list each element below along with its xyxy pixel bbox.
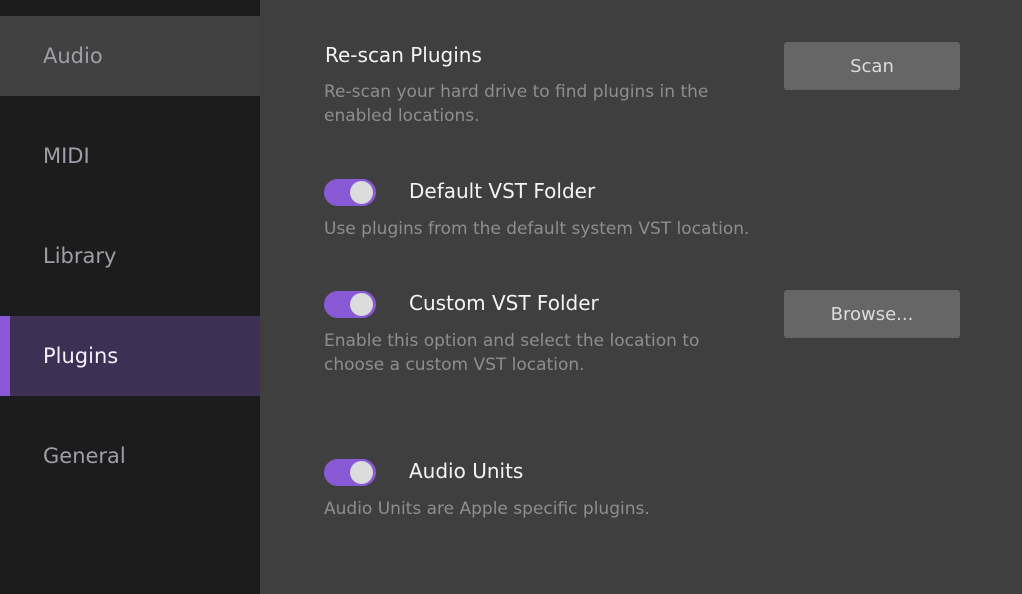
default-vst-title: Default VST Folder	[409, 179, 596, 203]
toggle-knob	[350, 293, 373, 316]
custom-vst-toggle[interactable]	[324, 291, 376, 318]
custom-vst-description: Enable this option and select the locati…	[324, 331, 700, 375]
rescan-description: Re-scan your hard drive to find plugins …	[324, 82, 709, 126]
sidebar-item-plugins[interactable]: Plugins	[0, 316, 260, 396]
toggle-knob	[350, 461, 373, 484]
sidebar-item-label: Library	[43, 244, 117, 268]
sidebar-item-midi[interactable]: MIDI	[0, 116, 260, 196]
sidebar-item-general[interactable]: General	[0, 416, 260, 496]
rescan-title: Re-scan Plugins	[325, 43, 482, 67]
sidebar: Audio MIDI Library Plugins General	[0, 0, 260, 594]
browse-button[interactable]: Browse...	[784, 290, 960, 338]
sidebar-item-audio[interactable]: Audio	[0, 16, 260, 96]
sidebar-item-label: Audio	[43, 44, 103, 68]
default-vst-description: Use plugins from the default system VST …	[324, 219, 750, 239]
audio-units-description: Audio Units are Apple specific plugins.	[324, 499, 650, 519]
sidebar-item-label: Plugins	[43, 344, 119, 368]
plugins-settings-panel: Re-scan Plugins Re-scan your hard drive …	[260, 0, 1022, 594]
sidebar-item-label: MIDI	[43, 144, 90, 168]
sidebar-item-library[interactable]: Library	[0, 216, 260, 296]
audio-units-title: Audio Units	[409, 459, 524, 483]
default-vst-toggle[interactable]	[324, 179, 376, 206]
sidebar-item-label: General	[43, 444, 126, 468]
toggle-knob	[350, 181, 373, 204]
scan-button[interactable]: Scan	[784, 42, 960, 90]
audio-units-toggle[interactable]	[324, 459, 376, 486]
custom-vst-title: Custom VST Folder	[409, 291, 599, 315]
